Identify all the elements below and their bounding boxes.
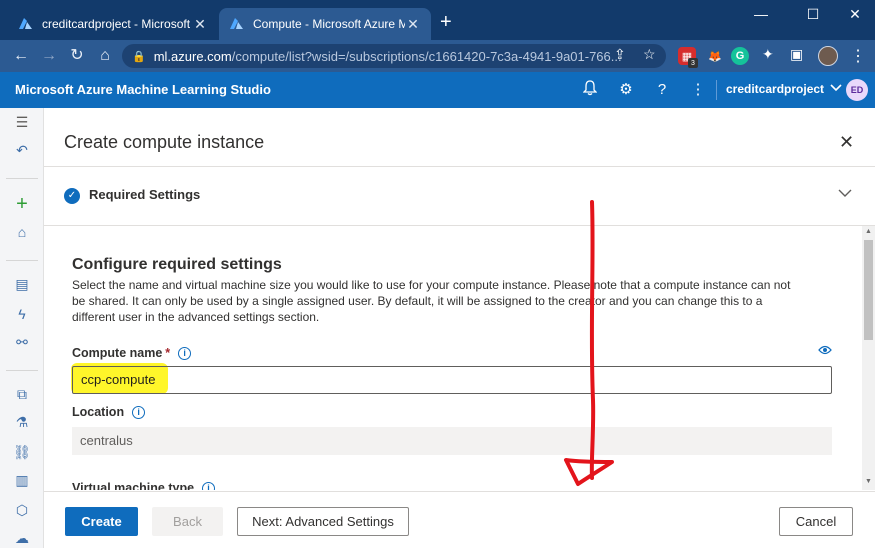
- hamburger-menu-icon[interactable]: ☰: [12, 112, 32, 132]
- create-compute-panel: Create compute instance ✕ ✓ Required Set…: [44, 108, 875, 548]
- rail-divider: [6, 370, 38, 371]
- panel-footer: Create Back Next: Advanced Settings Canc…: [44, 491, 875, 548]
- notifications-bell-icon[interactable]: [580, 80, 600, 100]
- undo-back-icon[interactable]: ↶: [12, 140, 32, 160]
- address-bar[interactable]: 🔒 ml.azure.com/compute/list?wsid=/subscr…: [122, 44, 666, 68]
- studio-header: Microsoft Azure Machine Learning Studio …: [0, 72, 875, 108]
- endpoints-icon[interactable]: ⬡: [12, 500, 32, 520]
- metamask-fox-icon[interactable]: 🦊: [706, 47, 724, 65]
- close-window-icon[interactable]: ✕: [840, 6, 870, 23]
- home-icon[interactable]: ⌂: [12, 222, 32, 242]
- close-icon[interactable]: ✕: [839, 132, 854, 153]
- url-host: ml.azure.com: [153, 48, 232, 64]
- lock-icon: 🔒: [132, 50, 146, 63]
- workspace-name: creditcardproject: [726, 82, 825, 96]
- scroll-up-arrow-icon[interactable]: ▲: [864, 228, 873, 235]
- side-panel-icon[interactable]: ▣: [790, 46, 803, 63]
- tab-close-icon[interactable]: ✕: [405, 16, 421, 33]
- share-icon[interactable]: ⇪: [614, 46, 626, 63]
- location-label: Location i: [72, 405, 146, 419]
- browser-menu-icon[interactable]: ⋮: [850, 46, 866, 66]
- tab-label: Compute - Microsoft Azure Mach: [253, 17, 405, 31]
- experiments-flask-icon[interactable]: ⚗: [12, 412, 32, 432]
- info-icon[interactable]: i: [178, 346, 192, 360]
- cancel-button[interactable]: Cancel: [779, 507, 853, 536]
- notebook-icon[interactable]: ▤: [12, 274, 32, 294]
- minimize-window-icon[interactable]: —: [746, 6, 776, 22]
- pipelines-icon[interactable]: ⛓: [12, 442, 32, 462]
- required-marker: *: [165, 346, 171, 360]
- location-value: centralus: [80, 433, 133, 448]
- form-scrollbar[interactable]: ▲ ▼: [862, 226, 875, 490]
- scroll-down-arrow-icon[interactable]: ▼: [864, 478, 873, 485]
- plus-new-icon[interactable]: +: [12, 194, 32, 214]
- next-advanced-settings-button[interactable]: Next: Advanced Settings: [237, 507, 409, 536]
- app-title[interactable]: Microsoft Azure Machine Learning Studio: [15, 82, 271, 97]
- vm-type-text: Virtual machine type: [72, 481, 195, 490]
- eye-icon[interactable]: [818, 343, 832, 358]
- chevron-down-icon[interactable]: [838, 185, 852, 201]
- browser-profile-avatar[interactable]: [818, 46, 838, 66]
- location-text: Location: [72, 405, 125, 419]
- checkmark-circle-icon: ✓: [64, 188, 80, 204]
- browser-tab-strip: creditcardproject - Microsoft Azu ✕ Comp…: [0, 0, 875, 40]
- compute-cloud-icon[interactable]: ☁: [12, 528, 32, 548]
- tab-label: creditcardproject - Microsoft Azu: [42, 17, 192, 31]
- grammarly-icon[interactable]: G: [731, 47, 749, 65]
- url-path: /compute/list?wsid=/subscriptions/c16614…: [231, 48, 622, 64]
- tab-close-icon[interactable]: ✕: [192, 16, 208, 33]
- panel-title: Create compute instance: [64, 132, 265, 152]
- extensions-puzzle-icon[interactable]: ✦: [762, 46, 774, 63]
- reload-icon[interactable]: ↻: [66, 45, 88, 67]
- settings-form: Configure required settings Select the n…: [44, 226, 864, 490]
- vm-type-label: Virtual machine type i: [72, 481, 216, 490]
- back-button[interactable]: Back: [152, 507, 223, 536]
- settings-gear-icon[interactable]: ⚙: [616, 80, 636, 100]
- compute-name-label: Compute name * i: [72, 346, 192, 360]
- workspace-selector[interactable]: creditcardproject: [726, 82, 842, 96]
- browser-tab-compute[interactable]: Compute - Microsoft Azure Mach ✕: [219, 8, 431, 40]
- models-icon[interactable]: ▥: [12, 470, 32, 490]
- home-icon[interactable]: ⌂: [94, 45, 116, 67]
- bookmark-star-icon[interactable]: ☆: [643, 46, 656, 63]
- browser-toolbar: ← → ↻ ⌂ 🔒 ml.azure.com/compute/list?wsid…: [0, 40, 875, 72]
- compute-name-value: ccp-compute: [81, 372, 156, 387]
- location-field: centralus: [72, 427, 832, 455]
- back-arrow-icon[interactable]: ←: [10, 45, 32, 67]
- info-icon[interactable]: i: [132, 405, 146, 419]
- left-nav-rail: ☰ ↶ + ⌂ ▤ ϟ ⚯ ⧉ ⚗ ⛓ ▥ ⬡ ☁: [0, 108, 44, 548]
- extension-badge: 3: [688, 58, 698, 68]
- create-button[interactable]: Create: [65, 507, 138, 536]
- section-title: Configure required settings: [72, 256, 282, 273]
- designer-icon[interactable]: ⚯: [12, 332, 32, 352]
- browser-tab-creditcardproject[interactable]: creditcardproject - Microsoft Azu ✕: [8, 8, 218, 40]
- compute-name-text: Compute name: [72, 346, 163, 360]
- step-label: Required Settings: [89, 187, 201, 202]
- scroll-thumb[interactable]: [864, 240, 873, 340]
- required-settings-step[interactable]: ✓ Required Settings: [44, 167, 875, 225]
- forward-arrow-icon[interactable]: →: [38, 45, 60, 67]
- info-icon[interactable]: i: [202, 481, 216, 490]
- compute-name-input[interactable]: ccp-compute: [72, 366, 832, 394]
- header-divider: [716, 80, 717, 100]
- datasets-icon[interactable]: ⧉: [12, 384, 32, 404]
- user-avatar[interactable]: ED: [846, 79, 868, 101]
- section-description: Select the name and virtual machine size…: [72, 278, 791, 324]
- rail-divider: [6, 178, 38, 179]
- rail-divider: [6, 260, 38, 261]
- chevron-down-icon: [830, 83, 842, 95]
- more-options-icon[interactable]: ⋮: [688, 80, 708, 100]
- help-question-icon[interactable]: ?: [652, 80, 672, 100]
- azure-logo-icon: [229, 16, 245, 32]
- new-tab-button[interactable]: +: [440, 12, 452, 32]
- maximize-window-icon[interactable]: ☐: [798, 6, 828, 23]
- automated-ml-icon[interactable]: ϟ: [12, 304, 32, 324]
- azure-logo-icon: [18, 16, 34, 32]
